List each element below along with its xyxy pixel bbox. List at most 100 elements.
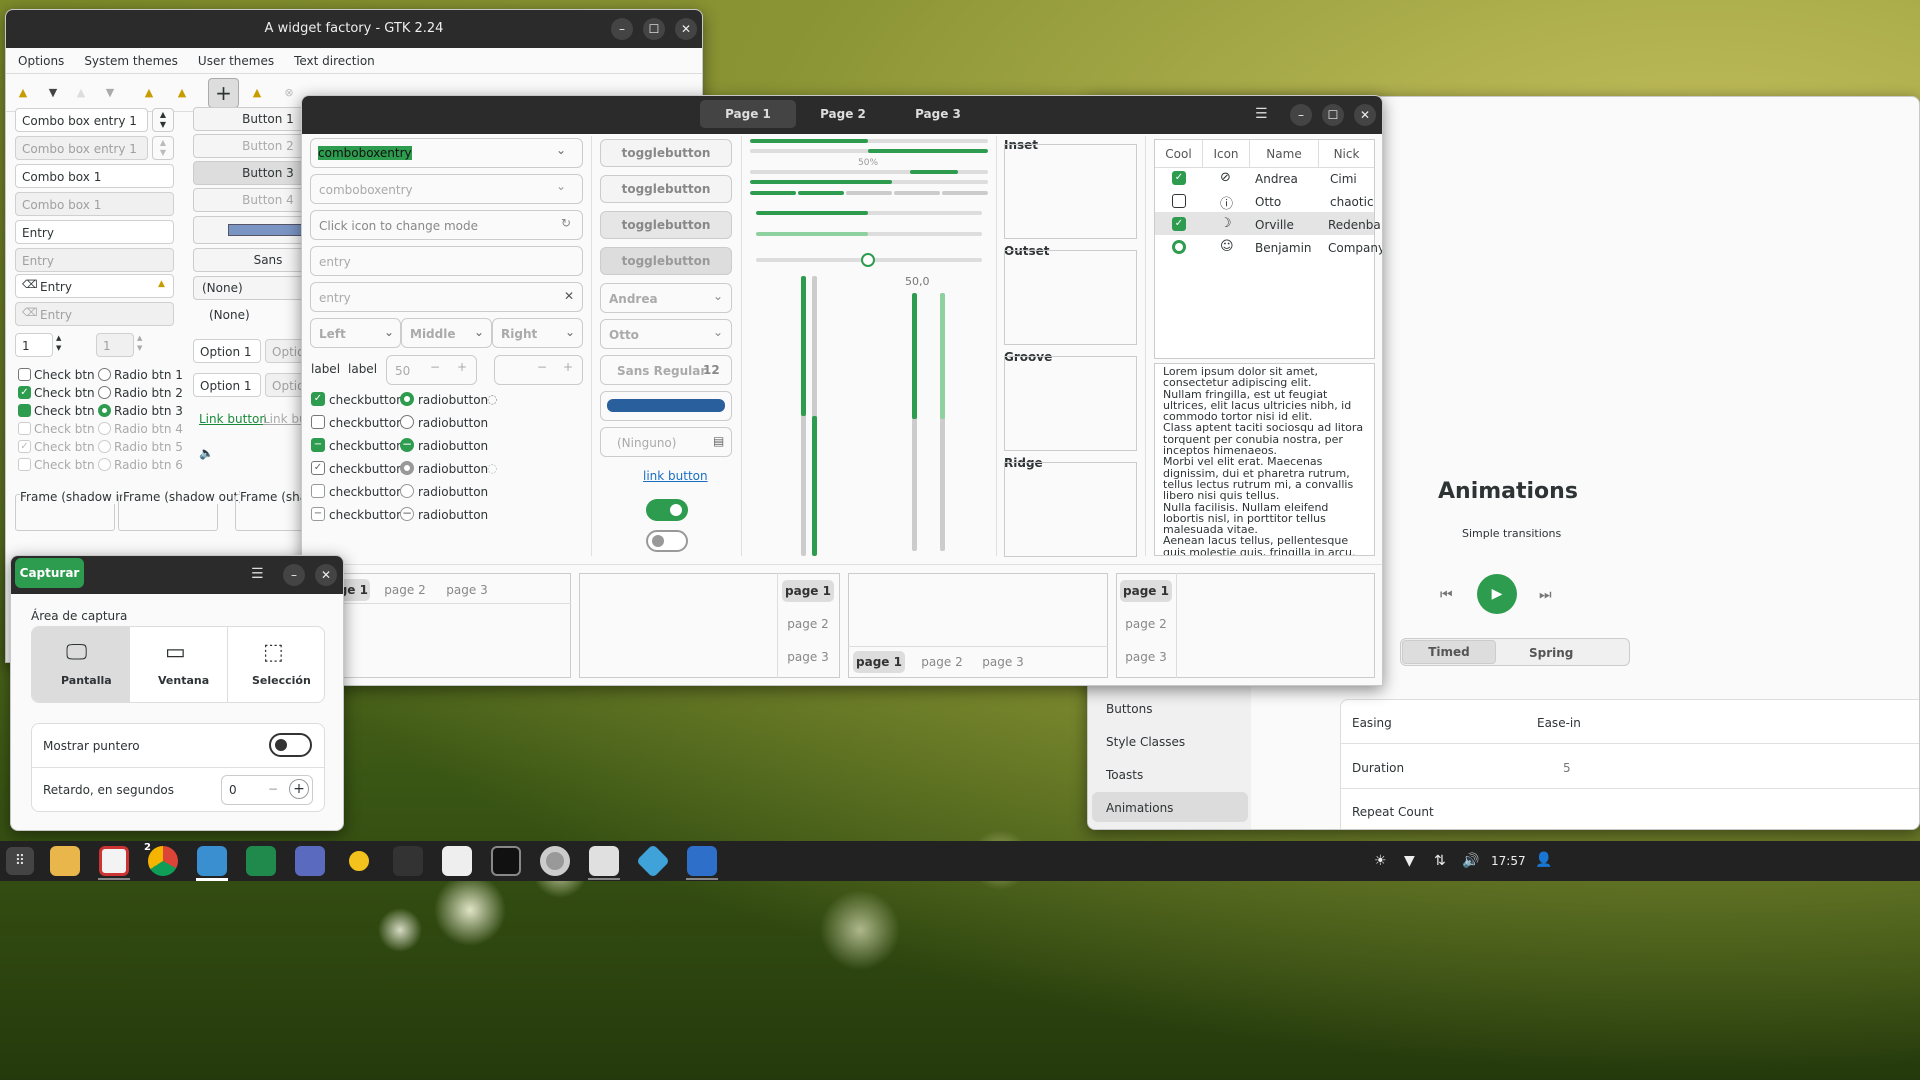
widget-factory-icon[interactable] <box>589 846 619 876</box>
radiobutton-selected[interactable] <box>400 392 414 406</box>
option-spin-1[interactable]: Option 1 <box>193 339 261 363</box>
text-editor-icon[interactable] <box>442 846 472 876</box>
close-button[interactable]: ✕ <box>675 18 697 40</box>
image-viewer-icon[interactable] <box>295 846 325 876</box>
minimize-button[interactable]: – <box>611 18 633 40</box>
combo-box[interactable]: Combo box 1 <box>15 164 174 188</box>
mode-entry[interactable]: Click icon to change mode <box>310 210 583 240</box>
scale-knob[interactable] <box>861 253 875 267</box>
option-spin-3[interactable]: Option 1 <box>193 373 261 397</box>
volume-icon[interactable]: 🔊 <box>1462 853 1479 869</box>
notebook-tab-page-2[interactable]: page 2 <box>784 617 832 631</box>
checkbutton-unchecked[interactable] <box>311 415 325 429</box>
combo-entry-text[interactable]: comboboxentry <box>318 146 412 160</box>
spreadsheet-icon[interactable] <box>246 846 276 876</box>
column-header-cool[interactable]: Cool <box>1155 140 1203 168</box>
radio-btn-3[interactable] <box>98 404 111 417</box>
switch-on[interactable] <box>646 499 688 521</box>
warning-icon[interactable]: ▲ <box>142 86 156 100</box>
clear-icon[interactable]: ✕ <box>564 289 574 303</box>
spring-toggle[interactable]: Spring <box>1529 646 1573 660</box>
spin-button[interactable]: 1 <box>15 333 53 357</box>
maximize-button[interactable]: ☐ <box>1322 104 1344 126</box>
switch-off[interactable] <box>646 530 688 552</box>
notebook-tab-page-1[interactable]: page 1 <box>782 580 834 602</box>
settings-icon[interactable] <box>540 846 570 876</box>
column-header-icon[interactable]: Icon <box>1203 140 1250 168</box>
notebook-tab-page-2[interactable]: page 2 <box>1122 617 1170 631</box>
menu-options[interactable]: Options <box>12 48 70 73</box>
menu-icon[interactable]: ☰ <box>1255 106 1268 122</box>
minimize-button[interactable]: – <box>1290 104 1312 126</box>
add-button[interactable]: + <box>208 78 239 108</box>
software-store-icon[interactable] <box>99 846 129 876</box>
toggle-button-2[interactable]: togglebutton <box>600 175 732 203</box>
notebook-tab-page-3[interactable]: page 3 <box>979 655 1027 669</box>
skip-forward-icon[interactable]: ⏭ <box>1539 587 1552 603</box>
radiobutton-unselected[interactable] <box>400 415 414 429</box>
easing-value[interactable]: Ease-in <box>1537 716 1581 730</box>
app-grid-button[interactable]: ⠿ <box>6 847 34 875</box>
radio-btn-2[interactable] <box>98 386 111 399</box>
toggle-button-1[interactable]: togglebutton <box>600 139 732 167</box>
combo-arrows[interactable]: ▲ ▼ <box>152 108 174 132</box>
menu-text-direction[interactable]: Text direction <box>288 48 381 73</box>
files-icon[interactable] <box>50 846 80 876</box>
terminal-icon[interactable] <box>491 846 521 876</box>
spin-arrows[interactable]: ▲ ▼ <box>56 333 61 353</box>
entry[interactable]: Entry <box>15 220 174 244</box>
notebook-tab-page-3[interactable]: page 3 <box>784 650 832 664</box>
chrome-icon[interactable] <box>148 846 178 876</box>
warning-icon[interactable]: ▲ <box>16 86 30 100</box>
entry[interactable]: entry <box>310 246 583 276</box>
duration-value[interactable]: 5 <box>1563 761 1571 775</box>
gtk-demo-icon[interactable] <box>636 844 670 878</box>
clear-icon[interactable]: ⌫ <box>22 278 38 291</box>
vertical-scale-3[interactable] <box>912 293 917 551</box>
check-btn-2[interactable]: ✓ <box>18 386 31 399</box>
clock[interactable]: 17:57 <box>1491 854 1526 868</box>
user-icon[interactable]: 👤 <box>1535 852 1552 868</box>
cool-check[interactable] <box>1172 194 1186 208</box>
adwaita-demo-icon[interactable] <box>687 846 717 876</box>
entry-with-icons[interactable]: Entry <box>15 274 174 298</box>
minimize-button[interactable]: – <box>283 564 305 586</box>
combo-box-entry[interactable]: Combo box entry 1 <box>15 108 148 132</box>
menu-icon[interactable]: ☰ <box>251 566 264 582</box>
delay-value[interactable]: 0 <box>229 783 237 797</box>
close-button[interactable]: ✕ <box>315 564 337 586</box>
text-view[interactable]: Lorem ipsum dolor sit amet, consectetur … <box>1154 363 1375 556</box>
chevron-down-icon[interactable]: ⌄ <box>556 143 566 157</box>
brightness-icon[interactable]: ☀ <box>1374 853 1387 869</box>
network-icon[interactable]: ⇅ <box>1434 853 1446 869</box>
column-header-name[interactable]: Name <box>1250 140 1319 168</box>
plus-button[interactable]: + <box>289 779 309 799</box>
maximize-button[interactable]: ☐ <box>643 18 665 40</box>
sidebar-item-buttons[interactable]: Buttons <box>1106 702 1152 716</box>
vertical-scale-1[interactable] <box>801 276 806 556</box>
cool-check[interactable]: ✓ <box>1172 217 1186 231</box>
entry-with-clear[interactable]: entry <box>310 282 583 312</box>
notebook-tab-page-1[interactable]: page 1 <box>1120 580 1172 602</box>
capture-button[interactable]: Capturar <box>15 558 84 588</box>
check-btn-1[interactable] <box>18 368 31 381</box>
notebook-tab-page-3[interactable]: page 3 <box>444 583 490 597</box>
tab-page-1[interactable]: Page 1 <box>700 100 796 128</box>
sidebar-item-toasts[interactable]: Toasts <box>1106 768 1143 782</box>
warning-icon[interactable]: ▲ <box>250 86 264 100</box>
check-btn-3[interactable] <box>18 404 31 417</box>
wifi-icon[interactable]: ▼ <box>1404 853 1415 869</box>
cool-check[interactable]: ✓ <box>1172 171 1186 185</box>
checkbutton-mixed[interactable]: − <box>311 438 325 452</box>
show-pointer-switch[interactable] <box>269 733 312 757</box>
scale-1[interactable] <box>756 211 982 215</box>
radio-btn-1[interactable] <box>98 368 111 381</box>
rhythmbox-icon[interactable] <box>344 846 374 876</box>
checkbutton-checked[interactable]: ✓ <box>311 392 325 406</box>
screenshot-app-icon[interactable] <box>197 846 227 876</box>
toggle-button-3[interactable]: togglebutton <box>600 211 732 239</box>
sidebar-item-style-classes[interactable]: Style Classes <box>1106 735 1185 749</box>
tab-page-3[interactable]: Page 3 <box>890 100 986 128</box>
refresh-icon[interactable]: ↻ <box>561 216 571 230</box>
play-button[interactable]: ▶ <box>1477 574 1517 614</box>
